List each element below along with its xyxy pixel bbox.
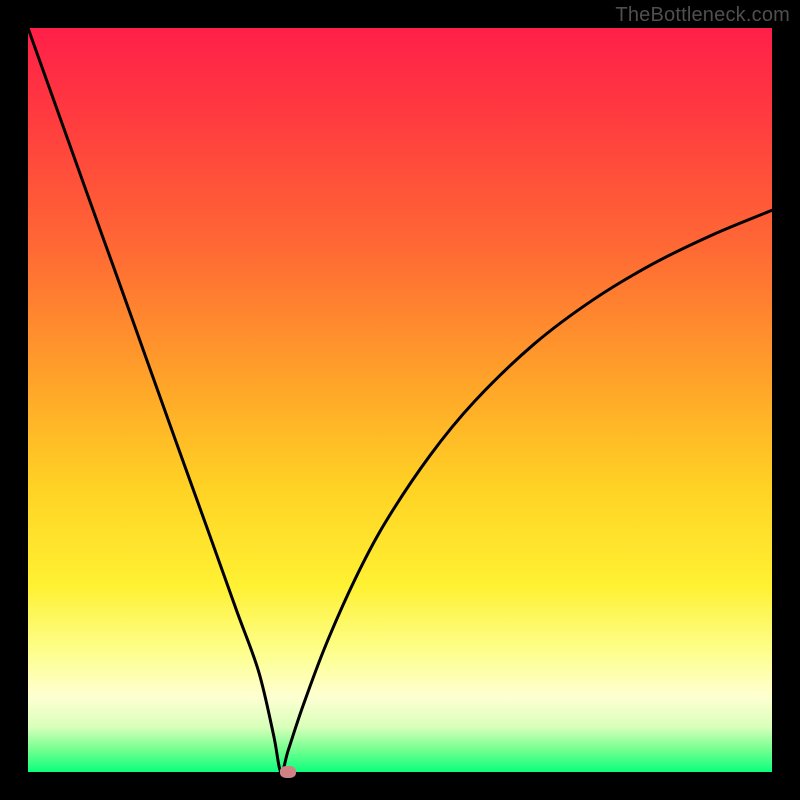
bottleneck-curve: [28, 28, 772, 772]
chart-frame: TheBottleneck.com: [0, 0, 800, 800]
watermark: TheBottleneck.com: [615, 4, 790, 27]
vertex-marker: [280, 766, 296, 778]
plot-area: [28, 28, 772, 772]
